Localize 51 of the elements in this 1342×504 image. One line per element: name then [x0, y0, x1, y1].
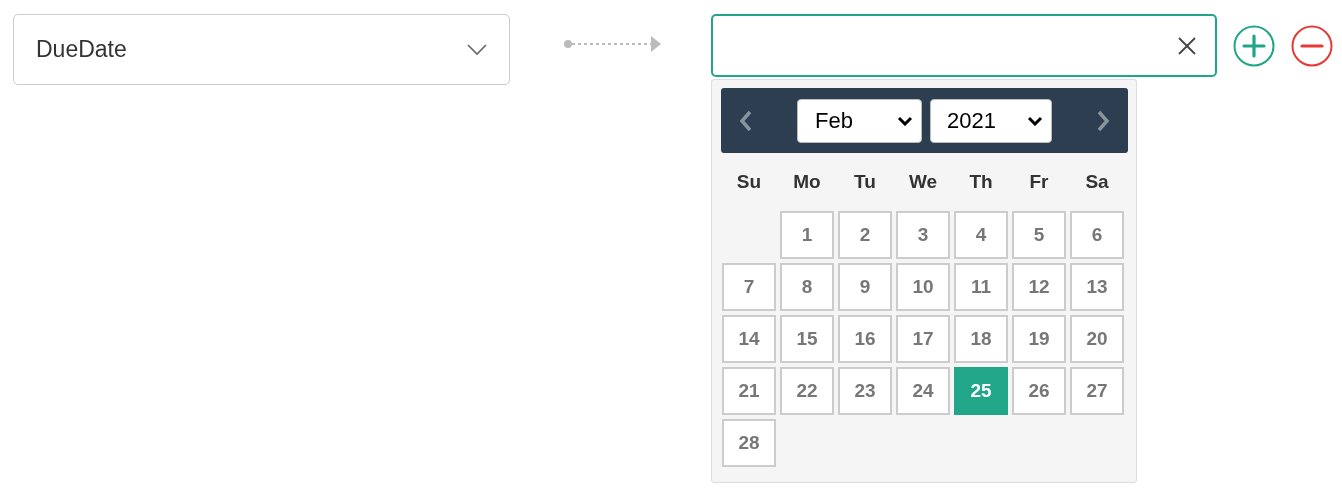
- day-cell[interactable]: 12: [1012, 263, 1066, 311]
- day-cell[interactable]: 25: [954, 367, 1008, 415]
- previous-month-icon[interactable]: [739, 108, 753, 133]
- chevron-down-icon: [897, 115, 913, 126]
- day-cell[interactable]: 28: [722, 419, 776, 467]
- clear-icon[interactable]: [1177, 35, 1197, 56]
- remove-icon[interactable]: [1291, 24, 1333, 67]
- next-month-icon[interactable]: [1096, 108, 1110, 133]
- day-cell[interactable]: 17: [896, 315, 950, 363]
- day-cell[interactable]: 23: [838, 367, 892, 415]
- day-cell[interactable]: 4: [954, 211, 1008, 259]
- year-select[interactable]: 2021: [930, 98, 1052, 143]
- dotted-arrow-icon: [563, 34, 663, 54]
- day-cell[interactable]: 2: [838, 211, 892, 259]
- day-cell[interactable]: 26: [1012, 367, 1066, 415]
- field-value: DueDate: [36, 36, 127, 63]
- day-cell[interactable]: 24: [896, 367, 950, 415]
- month-value: Feb: [815, 107, 853, 134]
- field-dropdown[interactable]: DueDate: [13, 14, 510, 85]
- weekday-label: We: [907, 170, 939, 194]
- day-cell[interactable]: 8: [780, 263, 834, 311]
- day-cell[interactable]: 14: [722, 315, 776, 363]
- date-input[interactable]: [711, 14, 1217, 77]
- day-cell[interactable]: 13: [1070, 263, 1124, 311]
- weekday-label: Th: [968, 170, 994, 194]
- day-cell[interactable]: 27: [1070, 367, 1124, 415]
- day-cell[interactable]: 10: [896, 263, 950, 311]
- day-cell[interactable]: 19: [1012, 315, 1066, 363]
- weekday-label: Mo: [792, 170, 822, 194]
- day-cell[interactable]: 16: [838, 315, 892, 363]
- day-cell[interactable]: 5: [1012, 211, 1066, 259]
- day-cell[interactable]: 3: [896, 211, 950, 259]
- day-cell[interactable]: 18: [954, 315, 1008, 363]
- add-icon[interactable]: [1233, 24, 1275, 67]
- day-cell[interactable]: 21: [722, 367, 776, 415]
- day-cell[interactable]: 7: [722, 263, 776, 311]
- day-cell[interactable]: 9: [838, 263, 892, 311]
- day-cell[interactable]: 22: [780, 367, 834, 415]
- month-select[interactable]: Feb: [797, 98, 922, 143]
- weekday-label: Tu: [853, 170, 877, 194]
- year-value: 2021: [947, 107, 996, 134]
- weekday-label: Su: [735, 170, 763, 194]
- day-cell[interactable]: 1: [780, 211, 834, 259]
- weekday-label: Fr: [1028, 170, 1050, 194]
- weekday-label: Sa: [1084, 170, 1110, 194]
- day-cell[interactable]: 15: [780, 315, 834, 363]
- chevron-down-icon: [467, 43, 487, 56]
- day-cell[interactable]: 6: [1070, 211, 1124, 259]
- day-cell[interactable]: 20: [1070, 315, 1124, 363]
- day-cell[interactable]: 11: [954, 263, 1008, 311]
- chevron-down-icon: [1027, 115, 1043, 126]
